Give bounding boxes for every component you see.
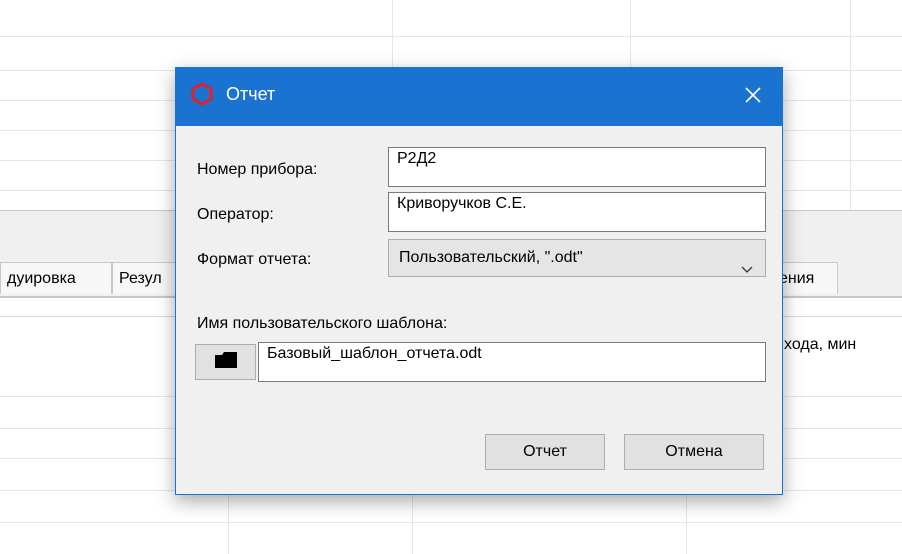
operator-label: Оператор:: [197, 206, 274, 223]
device-number-field[interactable]: Р2Д2: [388, 147, 766, 187]
template-name-field[interactable]: Базовый_шаблон_отчета.odt: [258, 342, 766, 382]
chevron-down-icon: [741, 252, 753, 288]
device-number-label: Номер прибора:: [197, 161, 318, 178]
cancel-button[interactable]: Отмена: [624, 434, 764, 470]
hexagon-outline-icon: [190, 82, 214, 106]
operator-field[interactable]: Криворучков С.Е.: [388, 192, 766, 232]
folder-icon: [214, 351, 238, 374]
dialog-titlebar[interactable]: Отчет: [176, 68, 782, 126]
format-select[interactable]: Пользовательский, ".odt": [388, 239, 766, 277]
template-name-label: Имя пользовательского шаблона:: [197, 315, 448, 332]
format-select-value: Пользовательский, ".odt": [399, 249, 583, 266]
bg-tab-2[interactable]: Резул: [112, 262, 178, 294]
close-icon: [745, 86, 761, 108]
report-button[interactable]: Отчет: [485, 434, 605, 470]
bg-column-header: хода, мин: [784, 336, 857, 353]
dialog-title: Отчет: [226, 84, 276, 104]
close-button[interactable]: [724, 68, 782, 126]
report-dialog: Отчет Номер прибора: Р2Д2 Оператор: Крив…: [175, 67, 783, 495]
browse-template-button[interactable]: [195, 344, 256, 380]
format-label: Формат отчета:: [197, 251, 312, 268]
bg-tab-1[interactable]: дуировка: [0, 262, 112, 294]
